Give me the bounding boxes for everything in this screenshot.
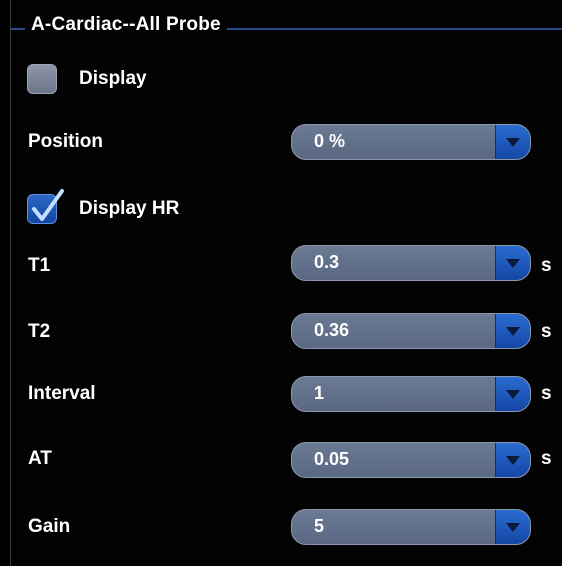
interval-unit: s: [541, 383, 552, 404]
at-select[interactable]: 0.05: [291, 442, 531, 478]
position-select[interactable]: 0 %: [291, 124, 531, 160]
at-dropdown-button[interactable]: [495, 443, 530, 477]
t1-dropdown-button[interactable]: [495, 246, 530, 280]
t1-select[interactable]: 0.3: [291, 245, 531, 281]
at-unit: s: [541, 448, 552, 469]
gain-select[interactable]: 5: [291, 509, 531, 545]
chevron-down-icon: [506, 456, 520, 465]
t1-label: T1: [28, 255, 51, 276]
t2-value: 0.36: [314, 320, 350, 340]
gain-label: Gain: [28, 516, 71, 537]
chevron-down-icon: [506, 138, 520, 147]
position-dropdown-button[interactable]: [495, 125, 530, 159]
checkmark-icon: [32, 189, 64, 221]
t1-value: 0.3: [314, 252, 340, 272]
interval-select[interactable]: 1: [291, 376, 531, 412]
t2-dropdown-button[interactable]: [495, 314, 530, 348]
chevron-down-icon: [506, 390, 520, 399]
interval-dropdown-button[interactable]: [495, 377, 530, 411]
chevron-down-icon: [506, 523, 520, 532]
group-title: A-Cardiac--All Probe: [25, 14, 227, 36]
gain-dropdown-button[interactable]: [495, 510, 530, 544]
display-checkbox-label: Display: [79, 68, 147, 89]
gain-value: 5: [314, 516, 325, 536]
display-hr-checkbox-label: Display HR: [79, 198, 180, 219]
interval-value: 1: [314, 383, 325, 403]
interval-label: Interval: [28, 383, 96, 404]
t2-label: T2: [28, 321, 51, 342]
t2-unit: s: [541, 321, 552, 342]
position-label: Position: [28, 131, 103, 152]
chevron-down-icon: [506, 259, 520, 268]
t1-unit: s: [541, 255, 552, 276]
display-hr-checkbox[interactable]: [27, 189, 64, 224]
display-checkbox[interactable]: [27, 64, 57, 94]
at-label: AT: [28, 448, 52, 469]
at-value: 0.05: [314, 449, 350, 469]
chevron-down-icon: [506, 327, 520, 336]
t2-select[interactable]: 0.36: [291, 313, 531, 349]
position-value: 0 %: [314, 131, 346, 151]
